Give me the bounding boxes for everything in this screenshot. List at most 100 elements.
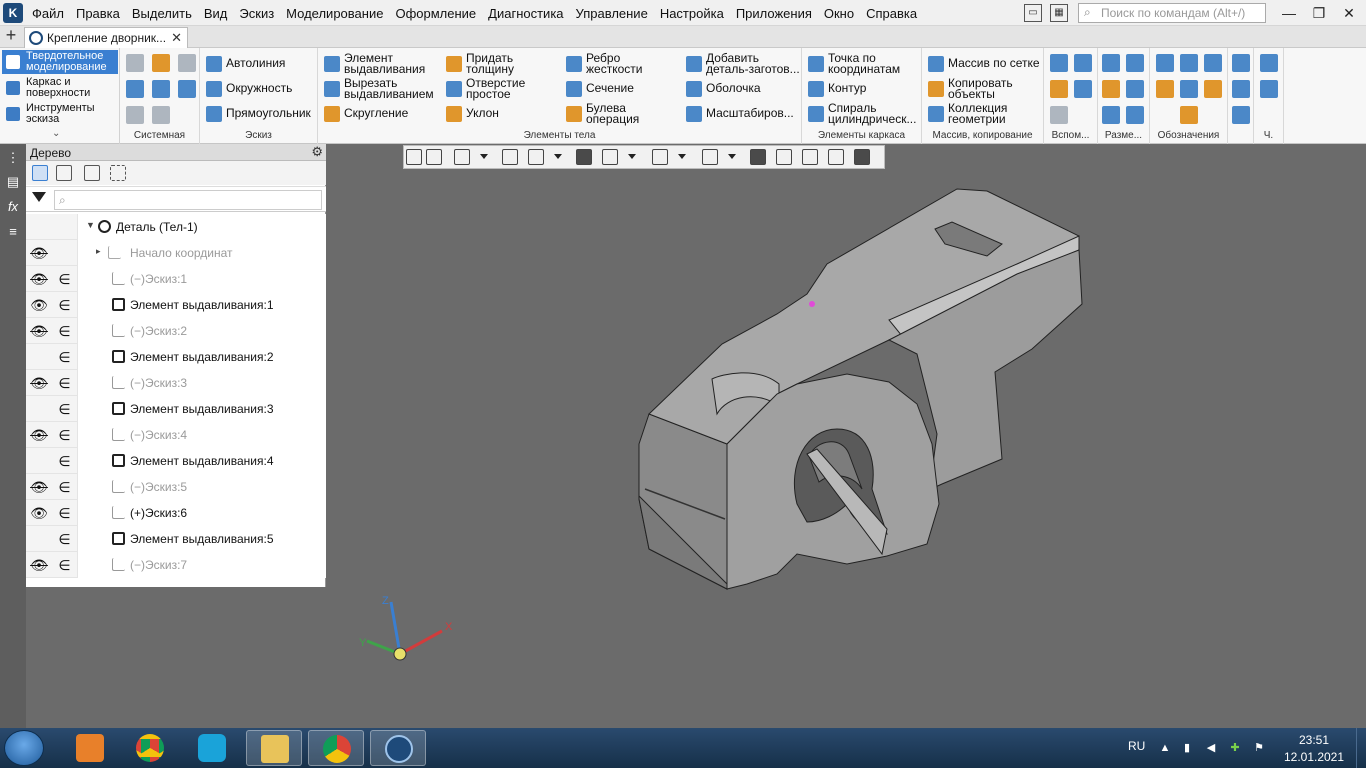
- menu-item[interactable]: Эскиз: [239, 6, 274, 21]
- tree-row-content[interactable]: Элемент выдавливания:2: [78, 344, 326, 370]
- start-button-icon[interactable]: [4, 730, 44, 766]
- tree-row-content[interactable]: Элемент выдавливания:3: [78, 396, 326, 422]
- eye-hidden-icon[interactable]: 👁: [26, 318, 52, 344]
- taskbar-chrome[interactable]: [122, 730, 178, 766]
- extrude-button[interactable]: Элемент выдавливания: [324, 52, 440, 76]
- section-view-icon[interactable]: [776, 149, 792, 165]
- leader-icon[interactable]: [1180, 54, 1198, 72]
- axis-icon[interactable]: [1074, 54, 1092, 72]
- include-toggle[interactable]: ∈: [52, 344, 78, 370]
- mass-properties-icon[interactable]: [1232, 80, 1250, 98]
- tree-row[interactable]: 👁 ∈ (−)Эскиз:1: [26, 266, 326, 292]
- view-toolbar-menu-icon[interactable]: [406, 149, 422, 165]
- shell-button[interactable]: Оболочка: [686, 77, 800, 101]
- copy-objects-button[interactable]: Копировать объекты: [928, 77, 1044, 101]
- boolean-button[interactable]: Булева операция: [566, 102, 678, 126]
- tree-links-icon[interactable]: [84, 165, 100, 181]
- include-toggle[interactable]: ∈: [52, 500, 78, 526]
- include-toggle[interactable]: ∈: [52, 422, 78, 448]
- print-preview-icon[interactable]: [152, 80, 170, 98]
- tree-row[interactable]: 👁 ∈ (−)Эскиз:4: [26, 422, 326, 448]
- eye-hidden-icon[interactable]: 👁: [26, 552, 52, 578]
- print-icon[interactable]: [126, 80, 144, 98]
- chevron-down-icon[interactable]: [678, 154, 686, 159]
- tree-row[interactable]: 👁 ∈ (+)Эскиз:6: [26, 500, 326, 526]
- taskbar-explorer[interactable]: [246, 730, 302, 766]
- include-toggle[interactable]: [52, 214, 78, 240]
- tree-row[interactable]: 👁 ∈ Элемент выдавливания:1: [26, 292, 326, 318]
- include-toggle[interactable]: ∈: [52, 318, 78, 344]
- model-part[interactable]: [638, 188, 1083, 590]
- taskbar-c-app[interactable]: [184, 730, 240, 766]
- radial-dim-icon[interactable]: [1126, 54, 1144, 72]
- angular-dim-icon[interactable]: [1102, 80, 1120, 98]
- tree-panel-icon[interactable]: ⋮: [5, 150, 21, 166]
- weld-icon[interactable]: [1180, 106, 1198, 124]
- show-desktop-button[interactable]: [1356, 728, 1366, 768]
- tree-row-content[interactable]: (−)Эскиз:3: [78, 370, 326, 396]
- undo-icon[interactable]: [126, 106, 144, 124]
- zoom-icon[interactable]: [454, 149, 470, 165]
- include-toggle[interactable]: ∈: [52, 292, 78, 318]
- gear-icon[interactable]: ⚙: [311, 144, 323, 160]
- tree-row-content[interactable]: Элемент выдавливания:4: [78, 448, 326, 474]
- open-folder-icon[interactable]: [152, 54, 170, 72]
- check-icon[interactable]: [1232, 106, 1250, 124]
- security-tray-icon[interactable]: ✚: [1228, 741, 1242, 755]
- grid-array-button[interactable]: Массив по сетке: [928, 52, 1044, 76]
- minimize-icon[interactable]: —: [1274, 2, 1304, 24]
- tree-row-content[interactable]: (−)Эскиз:4: [78, 422, 326, 448]
- volume-icon[interactable]: ◀: [1204, 741, 1218, 755]
- mode-solid-modeling[interactable]: Твердотельное моделирование: [2, 50, 118, 74]
- rectangle-button[interactable]: Прямоугольник: [206, 102, 316, 126]
- network-icon[interactable]: ▮: [1180, 741, 1194, 755]
- mode-frame-surfaces[interactable]: Каркас и поверхности: [2, 76, 118, 100]
- csys-icon[interactable]: [1074, 80, 1092, 98]
- clock-time[interactable]: 23:51: [1294, 733, 1334, 747]
- new-document-icon[interactable]: [126, 54, 144, 72]
- document-tab[interactable]: Крепление дворник... ✕: [24, 27, 188, 48]
- snap-icon[interactable]: [750, 149, 766, 165]
- tree-row[interactable]: 👁 ∈ (−)Эскиз:2: [26, 318, 326, 344]
- pan-icon[interactable]: [502, 149, 518, 165]
- linear-dim-icon[interactable]: [1102, 54, 1120, 72]
- include-toggle[interactable]: ∈: [52, 370, 78, 396]
- close-tab-icon[interactable]: ✕: [171, 30, 182, 46]
- tree-row-content[interactable]: (−)Эскиз:5: [78, 474, 326, 500]
- include-toggle[interactable]: ∈: [52, 474, 78, 500]
- thicken-button[interactable]: Придать толщину: [446, 52, 556, 76]
- clock-date[interactable]: 12.01.2021: [1282, 750, 1346, 764]
- eye-hidden-icon[interactable]: 👁: [26, 422, 52, 448]
- menu-item[interactable]: Оформление: [395, 6, 476, 21]
- eye-icon[interactable]: 👁: [26, 292, 52, 318]
- kompas-logo-icon[interactable]: K: [3, 3, 23, 23]
- contour-button[interactable]: Контур: [808, 77, 920, 101]
- simple-hole-button[interactable]: Отверстие простое: [446, 77, 556, 101]
- line-icon[interactable]: [1050, 80, 1068, 98]
- cylindrical-spiral-button[interactable]: Спираль цилиндрическ...: [808, 102, 920, 126]
- circle-button[interactable]: Окружность: [206, 77, 316, 101]
- chevron-down-icon[interactable]: [728, 154, 736, 159]
- display-mode-icon[interactable]: [702, 149, 718, 165]
- input-language[interactable]: RU: [1128, 739, 1145, 753]
- save-disabled-icon[interactable]: [178, 54, 196, 72]
- eye-icon[interactable]: 👁: [26, 500, 52, 526]
- visibility-cell[interactable]: [26, 396, 52, 422]
- menu-item[interactable]: Приложения: [736, 6, 812, 21]
- restore-icon[interactable]: ❐: [1304, 2, 1334, 24]
- tree-search-input[interactable]: ⌕: [54, 190, 322, 210]
- tree-row[interactable]: ∈ Элемент выдавливания:3: [26, 396, 326, 422]
- eye-hidden-icon[interactable]: 👁: [26, 370, 52, 396]
- auto-dim-icon[interactable]: [1102, 106, 1120, 124]
- expand-arrow-icon[interactable]: ▼: [86, 220, 95, 230]
- tree-row-content[interactable]: Элемент выдавливания:1: [78, 292, 326, 318]
- report-icon[interactable]: [1260, 80, 1278, 98]
- rib-button[interactable]: Ребро жесткости: [566, 52, 678, 76]
- tree-row-content[interactable]: (+)Эскиз:6: [78, 500, 326, 526]
- variables-fx-icon[interactable]: fx: [5, 199, 21, 215]
- close-icon[interactable]: ✕: [1334, 2, 1364, 24]
- chevron-down-icon[interactable]: [480, 154, 488, 159]
- collapse-arrow-icon[interactable]: ▸: [96, 246, 101, 257]
- properties-panel-icon[interactable]: ▤: [5, 174, 21, 190]
- window-layout-icon[interactable]: ▭: [1024, 4, 1042, 22]
